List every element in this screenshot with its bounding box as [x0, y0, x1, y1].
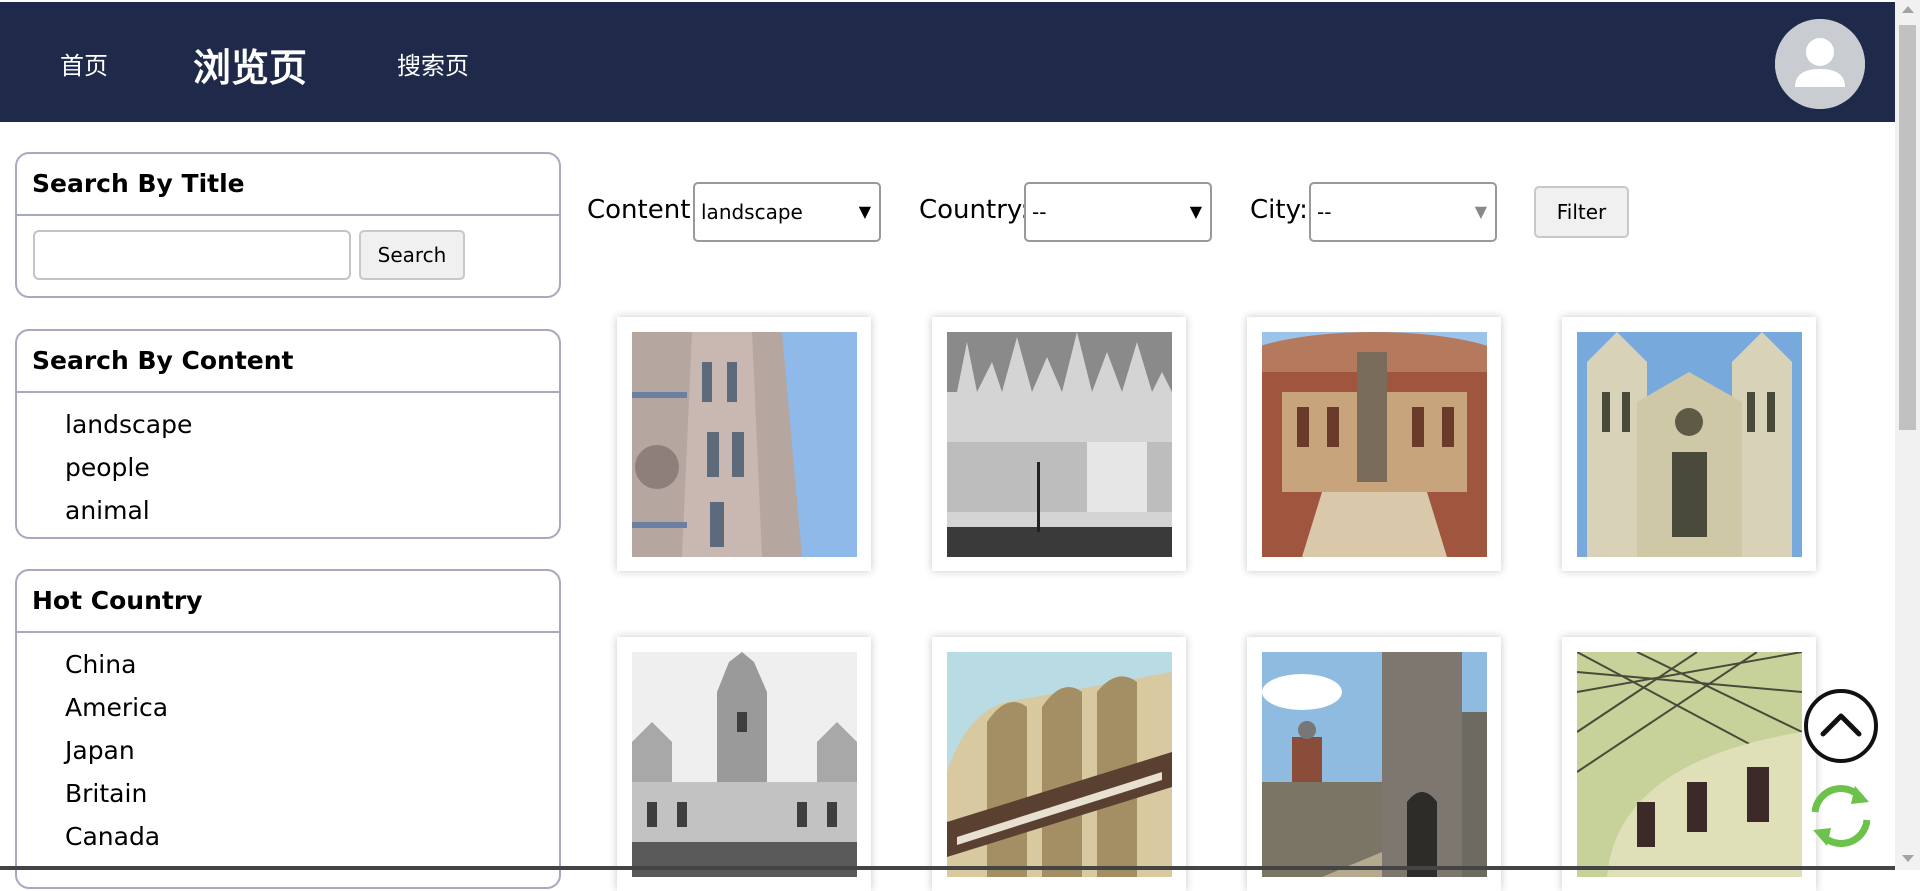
city-select[interactable]: -- ▼ [1309, 182, 1497, 242]
scroll-up-arrow-icon[interactable] [1902, 6, 1914, 13]
gallery-item[interactable] [617, 317, 871, 571]
nav-search-link[interactable]: 搜索页 [397, 46, 469, 81]
gallery-item[interactable] [1562, 637, 1816, 891]
scroll-down-arrow-icon[interactable] [1902, 855, 1914, 862]
refresh-button[interactable] [1803, 778, 1879, 854]
gallery-item[interactable] [932, 317, 1186, 571]
panel-title: Hot Country [17, 571, 559, 633]
nav-home-link[interactable]: 首页 [60, 46, 108, 81]
user-icon [1775, 19, 1865, 109]
gallery-image-stadium [947, 652, 1172, 877]
content-item-animal[interactable]: animal [17, 489, 559, 532]
page-scrollbar[interactable] [1895, 0, 1920, 870]
search-button[interactable]: Search [359, 230, 465, 280]
gallery-item[interactable] [932, 637, 1186, 891]
city-select-value: -- [1317, 200, 1332, 224]
gallery-item[interactable] [1247, 637, 1501, 891]
city-filter-label: City: [1250, 195, 1308, 225]
nav-browse-link[interactable]: 浏览页 [193, 37, 307, 92]
gallery-item[interactable] [1562, 317, 1816, 571]
gallery-image-palace [632, 652, 857, 877]
filter-button[interactable]: Filter [1534, 186, 1629, 238]
dropdown-arrow-icon: ▼ [1189, 202, 1202, 221]
panel-title: Search By Title [17, 154, 559, 216]
back-to-top-button[interactable] [1803, 688, 1879, 764]
bottom-edge [0, 866, 1895, 870]
gallery-image-castle [1262, 652, 1487, 877]
dropdown-arrow-icon: ▼ [1474, 202, 1487, 221]
country-item-china[interactable]: China [17, 643, 559, 686]
content-item-people[interactable]: people [17, 446, 559, 489]
gallery-item[interactable] [617, 637, 871, 891]
country-filter-label: Country: [919, 195, 1030, 225]
gallery-image-albert-hall [1262, 332, 1487, 557]
refresh-icon [1811, 785, 1871, 847]
country-select[interactable]: -- ▼ [1024, 182, 1212, 242]
content-select[interactable]: landscape ▼ [693, 182, 881, 242]
gallery-image-milan [947, 332, 1172, 557]
content-select-value: landscape [701, 200, 803, 224]
gallery-image-rotunda [1577, 652, 1802, 877]
country-item-canada[interactable]: Canada [17, 815, 559, 858]
chevron-up-icon [1804, 689, 1878, 763]
country-item-america[interactable]: America [17, 686, 559, 729]
hot-country-panel: Hot Country China America Japan Britain … [15, 569, 561, 889]
avatar[interactable] [1775, 19, 1865, 109]
content-item-landscape[interactable]: landscape [17, 403, 559, 446]
gallery-image-florence [632, 332, 857, 557]
country-item-britain[interactable]: Britain [17, 772, 559, 815]
content-filter-label: Content: [587, 195, 700, 225]
title-search-input[interactable] [33, 230, 351, 280]
search-by-title-panel: Search By Title Search [15, 152, 561, 298]
country-item-japan[interactable]: Japan [17, 729, 559, 772]
top-navbar: 首页 浏览页 搜索页 [0, 0, 1895, 122]
country-select-value: -- [1032, 200, 1047, 224]
scrollbar-thumb[interactable] [1899, 25, 1916, 430]
gallery-image-westminster [1577, 332, 1802, 557]
search-by-content-panel: Search By Content landscape people anima… [15, 329, 561, 539]
panel-title: Search By Content [17, 331, 559, 393]
gallery-item[interactable] [1247, 317, 1501, 571]
dropdown-arrow-icon: ▼ [858, 202, 871, 221]
